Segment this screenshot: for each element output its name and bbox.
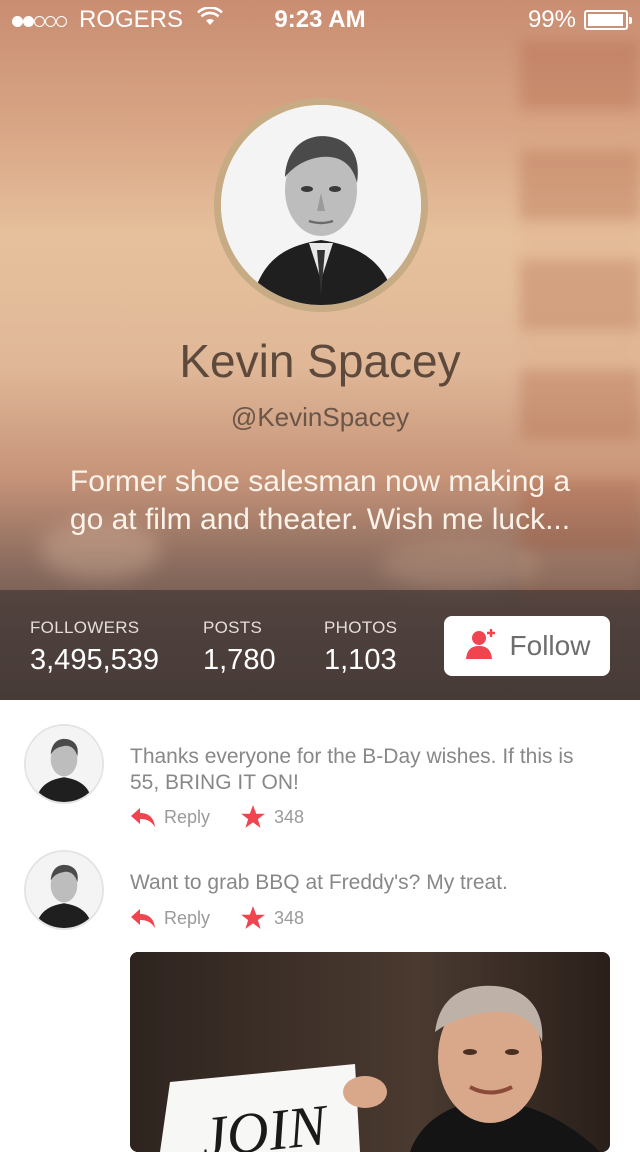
battery-group: 99%	[527, 6, 632, 34]
avatar-portrait	[221, 105, 421, 305]
photo-image: JOIN	[130, 952, 610, 1152]
reply-label: Reply	[164, 907, 211, 928]
status-bar: ROGERS 9:23 AM 99%	[0, 0, 640, 40]
profile-name: Kevin Spacey	[179, 335, 461, 387]
reply-label: Reply	[164, 806, 211, 827]
profile-header: ROGERS 9:23 AM 99% Kevin Spacey @KevinSp…	[0, 0, 640, 700]
reply-icon	[131, 909, 155, 928]
stat-followers[interactable]: FOLLOWERS 3,495,539	[30, 618, 159, 677]
star-button[interactable]: 348	[240, 804, 304, 830]
stat-value: 1,780	[203, 644, 276, 676]
profile-bio: Former shoe salesman now making a go at …	[69, 465, 571, 536]
stats-bar: FOLLOWERS 3,495,539 POSTS 1,780 PHOTOS 1…	[0, 590, 640, 700]
star-count: 348	[274, 907, 305, 928]
stat-photos[interactable]: PHOTOS 1,103	[324, 618, 397, 677]
post-avatar[interactable]	[24, 850, 104, 930]
battery-percent: 99%	[527, 6, 576, 33]
reply-icon	[131, 808, 155, 827]
star-icon	[241, 805, 265, 828]
stat-label: FOLLOWERS	[30, 618, 140, 637]
post-actions: Reply 348	[130, 905, 304, 931]
stat-value: 3,495,539	[30, 644, 160, 676]
star-button[interactable]: 348	[240, 905, 304, 931]
background-bokeh	[380, 540, 540, 590]
profile-avatar[interactable]	[221, 105, 421, 305]
stat-value: 1,103	[324, 644, 397, 676]
stat-label: POSTS	[203, 618, 263, 637]
profile-handle[interactable]: @KevinSpacey	[0, 402, 640, 433]
post-photo[interactable]: JOIN	[130, 952, 610, 1152]
reply-button[interactable]: Reply	[130, 806, 210, 828]
follow-button[interactable]: Follow	[444, 616, 610, 676]
star-count: 348	[274, 806, 305, 827]
reply-button[interactable]: Reply	[130, 907, 210, 929]
post-avatar[interactable]	[24, 724, 104, 804]
post-text: Thanks everyone for the B-Day wishes. If…	[130, 745, 574, 794]
avatar-portrait	[26, 726, 102, 802]
follow-label: Follow	[509, 630, 591, 661]
add-user-icon	[464, 627, 498, 666]
stat-label: PHOTOS	[324, 618, 398, 637]
avatar-portrait	[26, 852, 102, 928]
post-text: Want to grab BBQ at Freddy's? My treat.	[130, 871, 508, 894]
post-actions: Reply 348	[130, 804, 304, 830]
stat-posts[interactable]: POSTS 1,780	[203, 618, 276, 677]
battery-icon	[584, 10, 632, 30]
star-icon	[241, 906, 265, 929]
